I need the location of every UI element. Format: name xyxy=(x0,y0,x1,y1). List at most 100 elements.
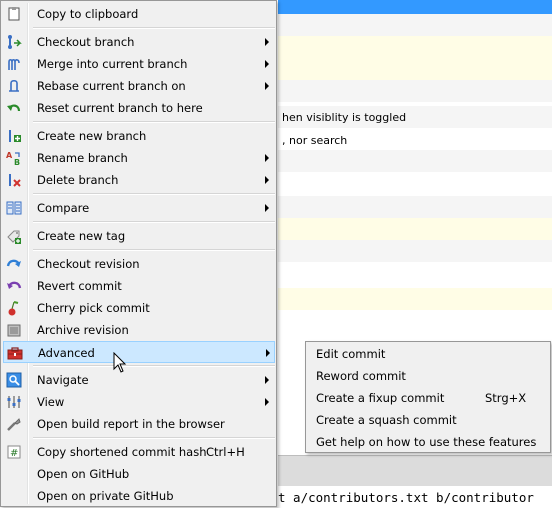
menu-item-label: Open on GitHub xyxy=(37,467,130,481)
submenu-item-create-fixup-commit[interactable]: Create a fixup commit Strg+X xyxy=(308,387,548,409)
archive-icon xyxy=(6,322,22,338)
menu-item-label: Reset current branch to here xyxy=(37,101,203,115)
menu-item-label: Create new tag xyxy=(37,229,126,243)
menu-item-copy-shortened-commit-hash[interactable]: # Copy shortened commit hash Ctrl+H xyxy=(3,441,275,463)
svg-text:#: # xyxy=(10,448,18,459)
hash-icon: # xyxy=(6,444,22,460)
menu-item-label: View xyxy=(37,395,65,409)
menu-item-navigate[interactable]: Navigate xyxy=(3,369,275,391)
menu-item-advanced[interactable]: Advanced xyxy=(3,341,275,363)
menu-item-label: Navigate xyxy=(37,373,89,387)
menu-item-label: Checkout branch xyxy=(37,35,135,49)
submenu-item-shortcut: Strg+X xyxy=(485,391,527,405)
menu-item-label: Delete branch xyxy=(37,173,119,187)
menu-item-label: Cherry pick commit xyxy=(37,301,150,315)
menu-item-label: Rename branch xyxy=(37,151,128,165)
advanced-submenu: Edit commit Reword commit Create a fixup… xyxy=(305,341,551,453)
submenu-arrow-icon xyxy=(265,60,269,68)
menu-item-open-build-report[interactable]: Open build report in the browser xyxy=(3,413,275,435)
menu-item-compare[interactable]: Compare xyxy=(3,197,275,219)
merge-icon xyxy=(6,56,22,72)
list-row[interactable] xyxy=(278,150,552,172)
submenu-arrow-icon xyxy=(265,176,269,184)
menu-item-label: Advanced xyxy=(38,346,95,360)
list-row[interactable] xyxy=(278,36,552,58)
menu-item-checkout-revision[interactable]: Checkout revision xyxy=(3,253,275,275)
checkout-branch-icon xyxy=(6,34,22,50)
menu-item-delete-branch[interactable]: Delete branch xyxy=(3,169,275,191)
list-row[interactable] xyxy=(278,288,552,310)
list-row[interactable] xyxy=(278,14,552,36)
build-report-icon xyxy=(6,416,22,432)
list-row[interactable] xyxy=(278,80,552,102)
menu-separator xyxy=(33,437,275,439)
list-row[interactable] xyxy=(278,196,552,218)
selected-row[interactable] xyxy=(278,0,552,14)
clipboard-icon xyxy=(6,6,22,22)
navigate-icon xyxy=(6,372,22,388)
menu-item-open-on-github[interactable]: Open on GitHub xyxy=(3,463,275,485)
menu-separator xyxy=(33,27,275,29)
rename-branch-icon: AB xyxy=(6,150,22,167)
menu-separator xyxy=(33,365,275,367)
menu-item-cherry-pick-commit[interactable]: Cherry pick commit xyxy=(3,297,275,319)
background-text: , nor search xyxy=(282,134,348,147)
menu-item-view[interactable]: View xyxy=(3,391,275,413)
compare-icon xyxy=(6,200,22,216)
submenu-arrow-icon xyxy=(265,38,269,46)
menu-item-checkout-branch[interactable]: Checkout branch xyxy=(3,31,275,53)
submenu-item-label: Get help on how to use these features xyxy=(316,435,537,449)
submenu-item-get-help[interactable]: Get help on how to use these features xyxy=(308,431,548,453)
menu-separator xyxy=(33,121,275,123)
menu-item-archive-revision[interactable]: Archive revision xyxy=(3,319,275,341)
rebase-icon xyxy=(6,78,22,94)
submenu-arrow-icon xyxy=(265,204,269,212)
tag-icon xyxy=(6,228,22,244)
menu-item-shortcut: Ctrl+H xyxy=(206,445,245,459)
menu-item-label: Checkout revision xyxy=(37,257,140,271)
menu-item-label: Merge into current branch xyxy=(37,57,188,71)
menu-item-label: Revert commit xyxy=(37,279,122,293)
toolbox-icon xyxy=(7,345,23,361)
submenu-item-label: Create a fixup commit xyxy=(316,391,445,405)
menu-separator xyxy=(33,249,275,251)
cherry-icon xyxy=(6,300,22,316)
menu-item-label: Copy to clipboard xyxy=(37,7,139,21)
menu-item-reset-current-branch[interactable]: Reset current branch to here xyxy=(3,97,275,119)
menu-item-label: Create new branch xyxy=(37,129,147,143)
delete-branch-icon xyxy=(6,172,22,188)
menu-item-label: Rebase current branch on xyxy=(37,79,186,93)
menu-item-create-new-tag[interactable]: Create new tag xyxy=(3,225,275,247)
menu-item-label: Compare xyxy=(37,201,90,215)
diff-line: t a/contributors.txt b/contributor xyxy=(278,490,534,505)
background-text: hen visiblity is toggled xyxy=(282,111,407,124)
svg-text:B: B xyxy=(14,158,20,166)
menu-item-create-new-branch[interactable]: Create new branch xyxy=(3,125,275,147)
menu-item-label: Archive revision xyxy=(37,323,129,337)
submenu-arrow-icon xyxy=(265,154,269,162)
checkout-revision-icon xyxy=(6,256,22,272)
menu-item-merge-into-current-branch[interactable]: Merge into current branch xyxy=(3,53,275,75)
submenu-arrow-icon xyxy=(265,398,269,406)
menu-separator xyxy=(33,221,275,223)
diff-panel-header xyxy=(278,455,552,486)
create-branch-icon xyxy=(6,128,22,144)
submenu-item-edit-commit[interactable]: Edit commit xyxy=(308,343,548,365)
submenu-item-create-squash-commit[interactable]: Create a squash commit xyxy=(308,409,548,431)
menu-item-rebase-current-branch-on[interactable]: Rebase current branch on xyxy=(3,75,275,97)
menu-separator xyxy=(33,193,275,195)
submenu-arrow-icon xyxy=(265,82,269,90)
submenu-item-reword-commit[interactable]: Reword commit xyxy=(308,365,548,387)
menu-item-open-on-private-github[interactable]: Open on private GitHub xyxy=(3,485,275,507)
submenu-item-label: Edit commit xyxy=(316,347,386,361)
menu-item-revert-commit[interactable]: Revert commit xyxy=(3,275,275,297)
revert-icon xyxy=(6,278,22,294)
list-row[interactable] xyxy=(278,58,552,80)
menu-item-label: Copy shortened commit hash xyxy=(37,445,207,459)
menu-item-copy-to-clipboard[interactable]: Copy to clipboard xyxy=(3,3,275,25)
list-row[interactable] xyxy=(278,218,552,240)
reset-icon xyxy=(6,100,22,116)
menu-item-rename-branch[interactable]: AB Rename branch xyxy=(3,147,275,169)
list-row[interactable] xyxy=(278,240,552,262)
svg-text:A: A xyxy=(6,151,13,160)
